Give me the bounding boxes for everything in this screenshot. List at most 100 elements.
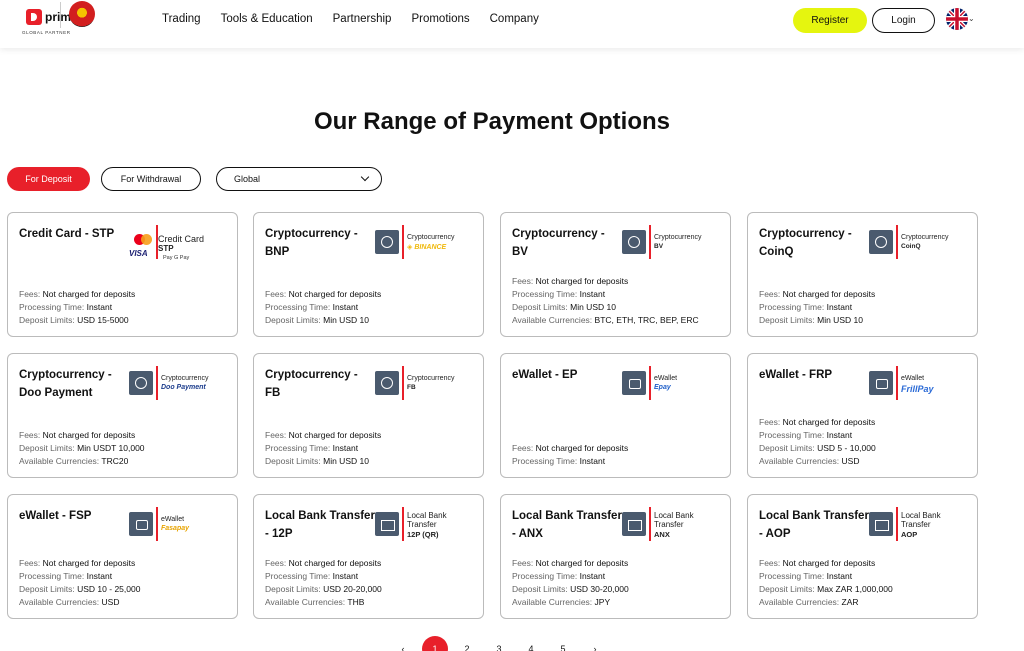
detail-label: Available Currencies: [19, 456, 100, 466]
detail-value: TRC20 [101, 456, 129, 466]
register-button[interactable]: Register [793, 8, 867, 33]
payment-method-logo: Cryptocurrency BV [622, 223, 718, 261]
card-details: Fees: Not charged for deposits Processing… [265, 557, 382, 609]
login-button[interactable]: Login [872, 8, 935, 33]
payment-method-logo: Cryptocurrency FB [375, 364, 471, 402]
payment-option-card[interactable]: Cryptocurrency - BV Cryptocurrency BV Fees:… [500, 212, 731, 337]
brand-logo-text: Doo Payment [161, 384, 206, 391]
payment-option-card[interactable]: Local Bank Transfer - 12P Local Bank Tran… [253, 494, 484, 619]
card-details: Fees: Not charged for deposits Processing… [265, 288, 381, 327]
for-deposit-tab[interactable]: For Deposit [7, 167, 90, 191]
card-title: eWallet - FSP [19, 510, 92, 522]
detail-value: Not charged for deposits [42, 289, 136, 299]
for-withdrawal-tab[interactable]: For Withdrawal [101, 167, 201, 191]
logo-divider [649, 366, 651, 400]
logo-divider [402, 507, 404, 541]
detail-value: THB [347, 597, 365, 607]
detail-row: Deposit Limits: Min USD 10 [512, 301, 699, 314]
detail-row: Deposit Limits: USD 15-5000 [19, 314, 135, 327]
detail-row: Fees: Not charged for deposits [265, 288, 381, 301]
payment-option-card[interactable]: Local Bank Transfer - AOP Local Bank Tran… [747, 494, 978, 619]
nav-promotions[interactable]: Promotions [411, 13, 469, 25]
detail-row: Deposit Limits: Min USDT 10,000 [19, 442, 145, 455]
detail-label: Processing Time: [19, 571, 85, 581]
language-chevron-down-icon[interactable]: ⌄ [968, 14, 975, 23]
payment-option-card[interactable]: eWallet - FSP eWallet Fasapay Fees: Not cha… [7, 494, 238, 619]
payment-method-logo: VISA Credit Card STP Pay G Pay [129, 223, 225, 261]
crypto-icon [129, 371, 153, 395]
detail-value: Not charged for deposits [288, 430, 382, 440]
detail-label: Available Currencies: [265, 597, 346, 607]
logo-sublabel: BV [654, 243, 664, 250]
logo-divider [60, 2, 61, 28]
page-2-button[interactable]: 2 [451, 644, 483, 651]
detail-label: Processing Time: [19, 302, 85, 312]
logo-sublabel: STP [158, 244, 174, 253]
page-3-button[interactable]: 3 [483, 644, 515, 651]
page-4-button[interactable]: 4 [515, 644, 547, 651]
payment-method-logo: Local Bank Transfer 12P (QR) [375, 505, 471, 543]
detail-row: Processing Time: Instant [19, 301, 135, 314]
detail-value: Not charged for deposits [42, 558, 136, 568]
card-title: eWallet - EP [512, 369, 578, 381]
logo-label: eWallet [161, 516, 185, 523]
main-nav: Trading Tools & Education Partnership Pr… [162, 13, 539, 25]
detail-value: Not charged for deposits [782, 289, 876, 299]
payment-option-card[interactable]: Credit Card - STP VISA Credit Card STP Pay G… [7, 212, 238, 337]
detail-label: Deposit Limits: [265, 584, 321, 594]
payment-option-card[interactable]: eWallet - FRP eWallet FrillPay Fees: Not ch… [747, 353, 978, 478]
detail-row: Processing Time: Instant [759, 429, 876, 442]
logo-sublabel: FB [407, 384, 416, 391]
logo-label: Cryptocurrency [901, 234, 949, 241]
logo-label: Cryptocurrency [654, 234, 702, 241]
nav-tools-education[interactable]: Tools & Education [221, 13, 313, 25]
payment-option-card[interactable]: Local Bank Transfer - ANX Local Bank Tran… [500, 494, 731, 619]
detail-value: BTC, ETH, TRC, BEP, ERC [594, 315, 699, 325]
payment-method-logo: Cryptocurrency ◈ BINANCE [375, 223, 471, 261]
logo-sublabel: ANX [654, 530, 670, 539]
payment-option-card[interactable]: Cryptocurrency - Doo Payment Cryptocurren… [7, 353, 238, 478]
payment-option-card[interactable]: eWallet - EP eWallet Epay Fees: Not charged… [500, 353, 731, 478]
detail-label: Processing Time: [265, 443, 331, 453]
detail-label: Fees: [759, 417, 781, 427]
detail-value: Instant [579, 571, 606, 581]
logo-divider [402, 366, 404, 400]
logo-label: Cryptocurrency [161, 375, 209, 382]
next-page-button[interactable]: › [579, 644, 611, 651]
detail-label: Fees: [265, 558, 287, 568]
detail-value: Instant [826, 302, 853, 312]
nav-company[interactable]: Company [490, 13, 539, 25]
payment-method-logo: eWallet FrillPay [869, 364, 965, 402]
detail-row: Fees: Not charged for deposits [512, 275, 699, 288]
bank-icon [622, 512, 646, 536]
detail-row: Available Currencies: JPY [512, 596, 629, 609]
uk-flag-icon[interactable] [946, 8, 968, 30]
detail-value: Instant [826, 571, 853, 581]
detail-label: Processing Time: [512, 289, 578, 299]
page-5-button[interactable]: 5 [547, 644, 579, 651]
prev-page-button[interactable]: ‹ [387, 644, 419, 651]
club-crest-icon [69, 1, 95, 27]
bank-icon [375, 512, 399, 536]
detail-label: Fees: [759, 289, 781, 299]
nav-trading[interactable]: Trading [162, 13, 201, 25]
payment-option-card[interactable]: Cryptocurrency - BNP Cryptocurrency ◈ BINA… [253, 212, 484, 337]
region-select-value: Global [234, 174, 261, 184]
logo-subtitle: GLOBAL PARTNER [22, 30, 71, 35]
detail-label: Fees: [759, 558, 781, 568]
detail-label: Processing Time: [759, 430, 825, 440]
page-1-button[interactable]: 1 [422, 636, 448, 651]
detail-label: Deposit Limits: [759, 443, 815, 453]
region-select[interactable]: Global [216, 167, 382, 191]
card-details: Fees: Not charged for deposits Deposit Li… [19, 429, 145, 468]
detail-row: Processing Time: Instant [759, 570, 893, 583]
nav-partnership[interactable]: Partnership [333, 13, 392, 25]
logo-sublabel: CoinQ [901, 243, 921, 250]
detail-row: Deposit Limits: Max ZAR 1,000,000 [759, 583, 893, 596]
detail-row: Processing Time: Instant [265, 442, 381, 455]
detail-label: Processing Time: [265, 302, 331, 312]
payment-option-card[interactable]: Cryptocurrency - FB Cryptocurrency FB Fees:… [253, 353, 484, 478]
logo-label: eWallet [901, 375, 925, 382]
brand-logo-text: ◈ BINANCE [407, 244, 447, 251]
payment-option-card[interactable]: Cryptocurrency - CoinQ Cryptocurrency Coin… [747, 212, 978, 337]
